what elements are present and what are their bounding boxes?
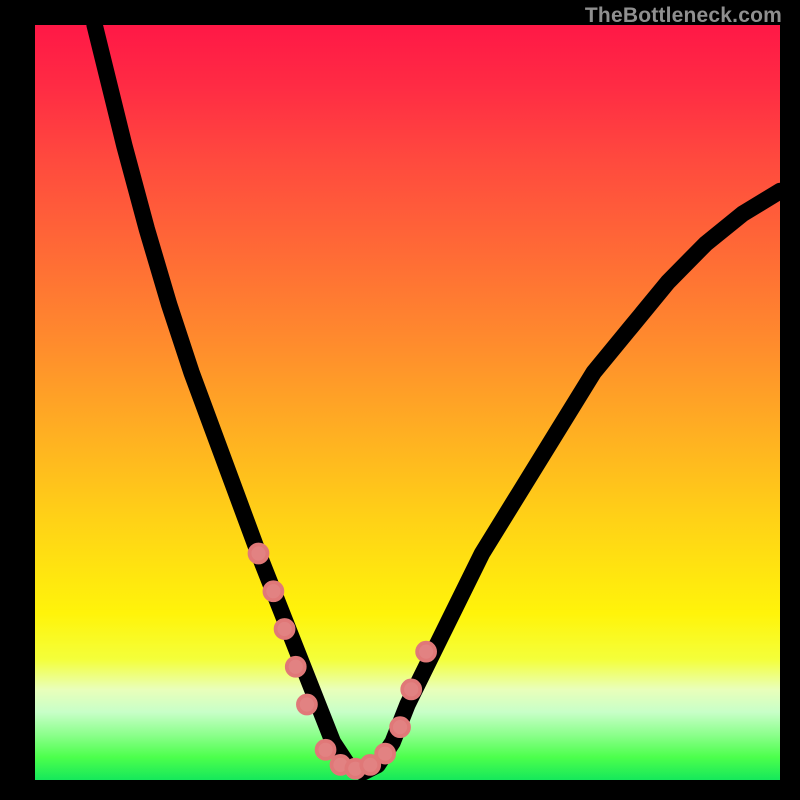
chart-stage: TheBottleneck.com — [0, 0, 800, 800]
marker-point — [298, 696, 316, 714]
marker-point — [264, 582, 282, 600]
marker-point — [317, 741, 335, 759]
marker-point — [376, 745, 394, 763]
marker-point — [287, 658, 305, 676]
watermark-text: TheBottleneck.com — [585, 4, 782, 28]
marker-point — [417, 643, 435, 661]
marker-point — [250, 545, 268, 563]
marker-point — [276, 620, 294, 638]
marker-point — [391, 718, 409, 736]
bottleneck-curve — [95, 25, 780, 772]
plot-area — [35, 25, 780, 780]
bottleneck-chart-svg — [35, 25, 780, 780]
marker-point — [402, 680, 420, 698]
